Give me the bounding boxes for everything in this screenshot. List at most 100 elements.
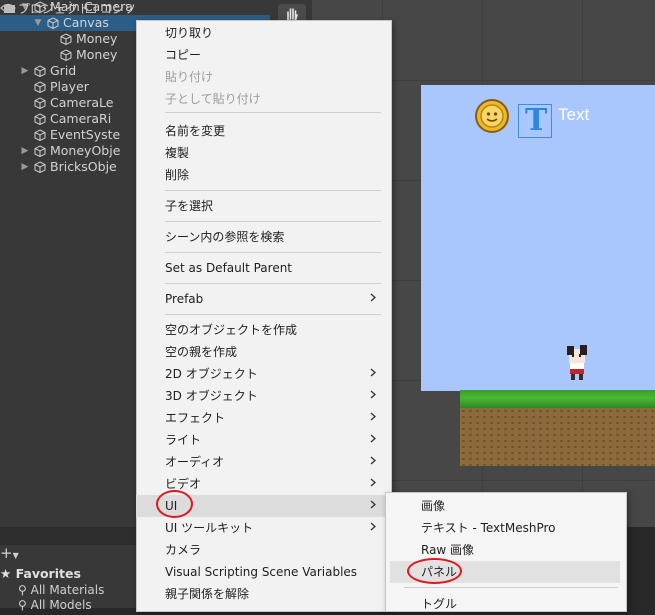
menu-item[interactable]: Prefab [136, 288, 390, 310]
menu-item[interactable]: 子を選択 [136, 195, 390, 217]
submenu-separator [404, 587, 618, 588]
menu-item-label: 削除 [165, 168, 190, 182]
hierarchy-item-label: CameraRi [50, 111, 112, 126]
add-button[interactable]: +▼ [0, 544, 19, 562]
menu-item[interactable]: カメラ [136, 539, 390, 561]
menu-item-label: Set as Default Parent [165, 261, 293, 275]
menu-item-label: 空の親を作成 [165, 345, 238, 359]
submenu-item[interactable]: テキスト - TextMeshPro [385, 517, 625, 539]
menu-item[interactable]: 削除 [136, 164, 390, 186]
menu-separator [165, 252, 381, 253]
favorite-item[interactable]: ⚲ All Materials [18, 583, 104, 597]
search-icon: ⚲ [18, 583, 27, 597]
hierarchy-item-label: EventSyste [50, 127, 121, 142]
annotation-circle-panel [407, 558, 462, 584]
menu-item: 子として貼り付け [136, 88, 390, 110]
tab-console-label: コンソ [100, 2, 137, 16]
menu-item-label: 複製 [165, 146, 190, 160]
menu-item-label: 2D オブジェクト [165, 367, 258, 381]
menu-separator [165, 190, 381, 191]
menu-item[interactable]: UI ツールキット [136, 517, 390, 539]
menu-item[interactable]: コピー [136, 44, 390, 66]
menu-item[interactable]: エフェクト [136, 407, 390, 429]
menu-item-label: 切り取り [165, 26, 214, 40]
hierarchy-item-label: CameraLe [50, 95, 114, 110]
menu-item-label: カメラ [165, 543, 202, 557]
tab-console[interactable]: コンソ [86, 1, 136, 18]
menu-item-label: エフェクト [165, 411, 226, 425]
gameobject-cube-icon [60, 33, 72, 45]
submenu-arrow-icon [370, 407, 376, 429]
menu-item[interactable]: シーン内の参照を検索 [136, 226, 390, 248]
menu-item-label: UI ツールキット [165, 521, 254, 535]
gameobject-cube-icon [34, 161, 46, 173]
menu-item[interactable]: 複製 [136, 142, 390, 164]
menu-item[interactable]: 空の親を作成 [136, 341, 390, 363]
menu-item[interactable]: 名前を変更 [136, 120, 390, 142]
menu-item-label: シーン内の参照を検索 [165, 230, 285, 244]
hierarchy-item-label: Money [76, 47, 118, 62]
submenu-arrow-icon [370, 517, 376, 539]
submenu-item[interactable]: トグル [385, 593, 625, 615]
gameobject-cube-icon [34, 97, 46, 109]
gameobject-cube-icon [34, 145, 46, 157]
coin-sprite[interactable] [474, 98, 510, 134]
player-sprite[interactable] [562, 343, 590, 381]
submenu-arrow-icon [370, 363, 376, 385]
tab-project-label: プロジェクト [18, 2, 91, 16]
gameobject-cube-icon [47, 17, 59, 29]
menu-item-label: ライト [165, 433, 202, 447]
search-icon: ⚲ [18, 598, 27, 612]
menu-separator [165, 112, 381, 113]
plus-icon: + [0, 544, 13, 562]
menu-item[interactable]: 切り取り [136, 22, 390, 44]
expand-arrow-icon[interactable]: ▶ [20, 143, 30, 159]
text-object-gizmo[interactable]: T [518, 103, 552, 138]
menu-item[interactable]: Visual Scripting Scene Variables [136, 561, 390, 583]
menu-item[interactable]: 3D オブジェクト [136, 385, 390, 407]
submenu-item[interactable]: Raw 画像 [385, 539, 625, 561]
menu-item-label: コピー [165, 48, 202, 62]
menu-separator [165, 314, 381, 315]
hierarchy-item-label: Grid [50, 63, 77, 78]
tab-project[interactable]: プロジェクト [4, 1, 90, 18]
submenu-arrow-icon [370, 495, 376, 517]
submenu-arrow-icon [370, 288, 376, 310]
expand-arrow-icon[interactable]: ▶ [20, 63, 30, 79]
expand-arrow-icon[interactable]: ▶ [20, 159, 30, 175]
favorites-label: Favorites [15, 566, 81, 581]
submenu-item-label: テキスト - TextMeshPro [421, 521, 556, 535]
star-icon: ★ [0, 566, 12, 581]
ground-grass-tile [460, 390, 655, 410]
menu-item-label: Prefab [165, 292, 204, 306]
hierarchy-item-label: Player [50, 79, 89, 94]
menu-item[interactable]: ライト [136, 429, 390, 451]
menu-item-label: Visual Scripting Scene Variables [165, 565, 358, 579]
submenu-arrow-icon [370, 473, 376, 495]
menu-item-label: 名前を変更 [165, 124, 226, 138]
menu-separator [165, 283, 381, 284]
favorite-item-label: All Materials [30, 583, 105, 597]
submenu-item[interactable]: 画像 [385, 495, 625, 517]
menu-item[interactable]: オーディオ [136, 451, 390, 473]
menu-item[interactable]: 親子関係を解除 [136, 583, 390, 605]
menu-item-label: 親子関係を解除 [165, 587, 250, 601]
text-gizmo-glyph: T [525, 103, 548, 138]
submenu-arrow-icon [370, 429, 376, 451]
folder-icon [4, 5, 15, 13]
menu-item[interactable]: Set as Default Parent [136, 257, 390, 279]
menu-item[interactable]: 空のオブジェクトを作成 [136, 319, 390, 341]
ground-dirt-tile [460, 408, 655, 466]
menu-item-label: 3D オブジェクト [165, 389, 258, 403]
favorites-header[interactable]: ★ Favorites [0, 566, 81, 581]
menu-item-label: 子として貼り付け [165, 92, 261, 106]
gameobject-cube-icon [34, 129, 46, 141]
menu-separator [165, 221, 381, 222]
favorite-item[interactable]: ⚲ All Models [18, 598, 92, 612]
menu-item[interactable]: 2D オブジェクト [136, 363, 390, 385]
text-object-label: Text [558, 105, 590, 124]
annotation-circle-ui [156, 490, 193, 518]
gameobject-cube-icon [34, 81, 46, 93]
menu-item-label: 空のオブジェクトを作成 [165, 323, 298, 337]
hierarchy-item-label: BricksObje [50, 159, 117, 174]
